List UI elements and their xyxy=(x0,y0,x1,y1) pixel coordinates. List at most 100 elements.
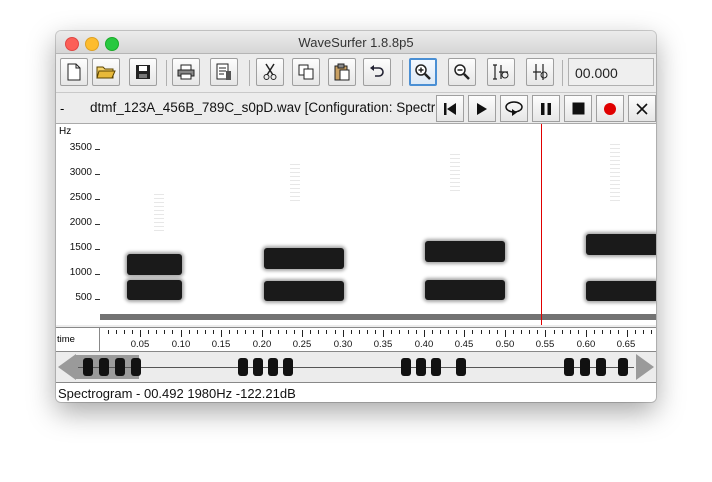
time-tick xyxy=(440,330,441,334)
new-file-icon xyxy=(67,63,81,81)
zoom-out-icon xyxy=(454,64,470,80)
time-tick xyxy=(408,330,409,334)
y-tick-label: 1500 xyxy=(69,242,92,253)
time-tick-label: 0.10 xyxy=(171,339,191,350)
time-tick xyxy=(456,330,457,334)
time-tick xyxy=(586,330,587,337)
file-name-label: dtmf_123A_456B_789C_s0pD.wav [Configurat… xyxy=(90,100,435,115)
rewind-button[interactable] xyxy=(436,95,464,122)
time-tick xyxy=(537,330,538,334)
time-tick xyxy=(505,330,506,337)
save-icon xyxy=(136,65,150,79)
title-bar[interactable]: WaveSurfer 1.8.8p5 xyxy=(56,31,656,54)
time-tick xyxy=(383,330,384,337)
zoom-in-button[interactable] xyxy=(409,58,437,86)
time-tick xyxy=(278,330,279,334)
scroll-left-arrow-icon[interactable] xyxy=(58,354,76,380)
play-button[interactable] xyxy=(468,95,496,122)
time-tick xyxy=(156,330,157,334)
stop-button[interactable] xyxy=(564,95,592,122)
new-file-button[interactable] xyxy=(60,58,88,86)
time-tick xyxy=(318,330,319,334)
spectrogram-pane[interactable] xyxy=(100,124,656,325)
time-tick xyxy=(245,330,246,334)
tone-band xyxy=(586,281,656,301)
time-tick xyxy=(181,330,182,337)
time-tick xyxy=(375,330,376,334)
zoom-in-icon xyxy=(415,64,431,80)
print-button[interactable] xyxy=(172,58,200,86)
time-tick xyxy=(578,330,579,334)
pane-menu-dash[interactable]: - xyxy=(60,101,64,116)
open-file-button[interactable] xyxy=(92,58,120,86)
time-tick-label: 0.45 xyxy=(454,339,474,350)
playback-cursor[interactable] xyxy=(541,124,542,325)
time-tick xyxy=(310,330,311,334)
time-tick xyxy=(448,330,449,334)
time-tick-label: 0.40 xyxy=(414,339,434,350)
time-tick xyxy=(651,330,652,334)
time-tick xyxy=(108,330,109,334)
pause-button[interactable] xyxy=(532,95,560,122)
save-button[interactable] xyxy=(129,58,157,86)
play-icon xyxy=(477,102,487,115)
loop-button[interactable] xyxy=(500,95,528,122)
time-display: 00.000 xyxy=(568,58,654,86)
zoom-out-button[interactable] xyxy=(448,58,476,86)
paste-icon xyxy=(334,63,350,81)
paste-button[interactable] xyxy=(328,58,356,86)
time-tick xyxy=(416,330,417,334)
time-tick-label: 0.15 xyxy=(211,339,231,350)
time-tick xyxy=(545,330,546,337)
tone-band xyxy=(264,248,344,269)
zoom-fit-icon xyxy=(493,64,509,80)
time-tick xyxy=(294,330,295,334)
zoom-selection-icon xyxy=(533,64,548,80)
time-tick xyxy=(140,330,141,337)
tone-band xyxy=(127,254,182,275)
time-tick xyxy=(521,330,522,334)
time-tick xyxy=(164,330,165,334)
pause-icon xyxy=(541,102,551,115)
record-button[interactable] xyxy=(596,95,624,122)
main-toolbar: 00.000 xyxy=(56,54,656,93)
time-tick xyxy=(189,330,190,334)
time-axis: time 0.05 0.10 0.15 0.20 0.25 0.30 0.35 … xyxy=(56,327,656,352)
tone-band xyxy=(264,281,344,301)
time-tick xyxy=(116,330,117,334)
copy-button[interactable] xyxy=(292,58,320,86)
time-tick xyxy=(391,330,392,334)
zoom-selection-button[interactable] xyxy=(526,58,554,86)
properties-button[interactable] xyxy=(210,58,238,86)
low-frequency-band xyxy=(100,314,656,320)
time-tick xyxy=(148,330,149,334)
time-tick xyxy=(562,330,563,334)
close-pane-button[interactable] xyxy=(628,95,656,122)
zoom-fit-button[interactable] xyxy=(487,58,515,86)
time-tick xyxy=(529,330,530,334)
time-tick xyxy=(237,330,238,334)
time-tick xyxy=(172,330,173,334)
frequency-axis: Hz 3500 3000 2500 2000 1500 1000 500 xyxy=(56,124,101,325)
cut-button[interactable] xyxy=(256,58,284,86)
time-tick xyxy=(489,330,490,334)
undo-button[interactable] xyxy=(363,58,391,86)
time-tick-label: 0.55 xyxy=(535,339,555,350)
status-bar: Spectrogram - 00.492 1980Hz -122.21dB xyxy=(56,382,656,402)
copy-icon xyxy=(298,64,314,80)
close-icon xyxy=(636,102,648,115)
time-tick-label: 0.65 xyxy=(616,339,636,350)
tone-band xyxy=(425,280,505,300)
tone-band xyxy=(127,280,182,300)
time-tick xyxy=(570,330,571,334)
scroll-right-arrow-icon[interactable] xyxy=(636,354,654,380)
time-tick xyxy=(213,330,214,334)
time-tick xyxy=(367,330,368,334)
y-tick-label: 3000 xyxy=(69,167,92,178)
time-tick xyxy=(132,330,133,334)
time-tick xyxy=(229,330,230,334)
time-tick xyxy=(472,330,473,334)
time-tick xyxy=(481,330,482,334)
time-tick xyxy=(351,330,352,334)
waveform-overview[interactable] xyxy=(56,351,656,382)
